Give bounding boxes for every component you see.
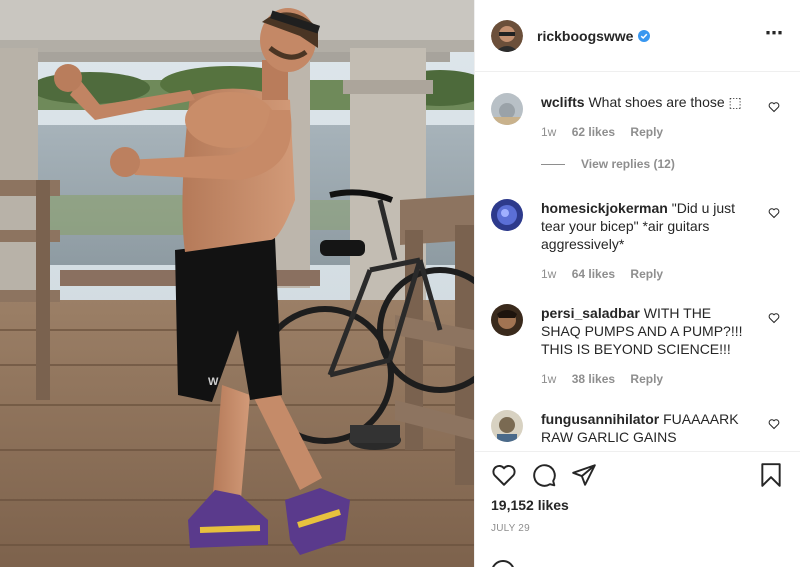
comment-age[interactable]: 1w (541, 372, 556, 386)
comment-reply-button[interactable]: Reply (630, 372, 663, 386)
comment-like-heart-icon[interactable] (768, 418, 780, 430)
author-username[interactable]: rickboogswwe (537, 28, 633, 44)
photo-illustration: W (0, 0, 474, 567)
comment-content: What shoes are those ⬚ (588, 94, 742, 110)
post-date[interactable]: July 29 (491, 523, 530, 534)
comment-reply-button[interactable]: Reply (630, 125, 663, 139)
comment-meta: 1w 38 likes Reply (541, 372, 784, 386)
comment-like-heart-icon[interactable] (768, 312, 780, 324)
comment-item: fungusannihilator FUAAAARK RAW GARLIC GA… (491, 410, 784, 446)
share-icon[interactable] (571, 462, 597, 488)
comment-likes[interactable]: 64 likes (572, 267, 615, 281)
emoji-icon[interactable] (491, 560, 515, 567)
comment-username[interactable]: persi_saladbar (541, 305, 640, 321)
post-actions: 19,152 likes July 29 (475, 451, 800, 567)
bookmark-icon[interactable] (758, 462, 784, 488)
heart-icon[interactable] (491, 462, 517, 488)
comment-meta: 1w 62 likes Reply (541, 125, 784, 139)
comment-reply-button[interactable]: Reply (630, 267, 663, 281)
comment-item: homesickjokerman "Did u just tear your b… (491, 199, 784, 281)
verified-badge-icon (638, 29, 651, 42)
comment-likes[interactable]: 38 likes (572, 372, 615, 386)
comment-username[interactable]: homesickjokerman (541, 200, 668, 216)
comment-text: wclifts What shoes are those ⬚ (541, 93, 754, 111)
comment-text: persi_saladbar WITH THE SHAQ PUMPS AND A… (541, 304, 754, 358)
post-photo[interactable]: W (0, 0, 474, 567)
comment-item: persi_saladbar WITH THE SHAQ PUMPS AND A… (491, 304, 784, 386)
commenter-avatar[interactable] (491, 304, 523, 336)
comment-like-heart-icon[interactable] (768, 101, 780, 113)
comment-age[interactable]: 1w (541, 125, 556, 139)
comment-like-heart-icon[interactable] (768, 207, 780, 219)
action-bar (491, 462, 784, 488)
comment-likes[interactable]: 62 likes (572, 125, 615, 139)
commenter-avatar[interactable] (491, 93, 523, 125)
post-side-panel: rickboogswwe ⋯ wclifts What shoes are th… (474, 0, 800, 567)
comment-age[interactable]: 1w (541, 267, 556, 281)
comment-username[interactable]: wclifts (541, 94, 585, 110)
comment-item: wclifts What shoes are those ⬚ 1w 62 lik… (491, 93, 784, 171)
comments-list: wclifts What shoes are those ⬚ 1w 62 lik… (475, 73, 800, 451)
post-likes-count[interactable]: 19,152 likes (491, 497, 569, 513)
comment-text: fungusannihilator FUAAAARK RAW GARLIC GA… (541, 410, 754, 446)
view-replies-line (541, 163, 565, 165)
view-replies-label: View replies (12) (581, 157, 675, 171)
svg-text:W: W (208, 376, 219, 388)
more-options-icon[interactable]: ⋯ (765, 24, 784, 42)
comment-text: homesickjokerman "Did u just tear your b… (541, 199, 754, 253)
comment-icon[interactable] (531, 462, 557, 488)
view-replies-button[interactable]: View replies (12) (541, 157, 784, 171)
commenter-avatar[interactable] (491, 410, 523, 442)
commenter-avatar[interactable] (491, 199, 523, 231)
comment-meta: 1w 64 likes Reply (541, 267, 784, 281)
post-header: rickboogswwe ⋯ (475, 0, 800, 72)
author-avatar[interactable] (491, 19, 523, 52)
comment-username[interactable]: fungusannihilator (541, 411, 659, 427)
